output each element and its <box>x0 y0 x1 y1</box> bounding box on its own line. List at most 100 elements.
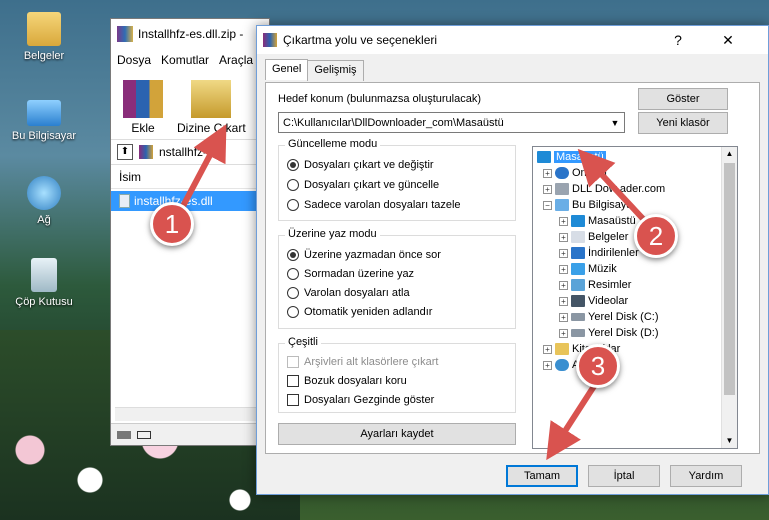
new-folder-button[interactable]: Yeni klasör <box>638 112 728 134</box>
tree-item-label: Videolar <box>588 295 629 307</box>
desktop-icon-this-pc[interactable]: Bu Bilgisayar <box>4 94 84 142</box>
radio-button[interactable] <box>287 268 299 280</box>
folder-tree[interactable]: Masaüstü + OneDri + DLL Dow ader.com − B… <box>532 146 738 449</box>
tree-item-documents[interactable]: + Belgeler <box>559 229 628 245</box>
chevron-down-icon[interactable]: ▼ <box>606 113 624 132</box>
folder-icon <box>27 12 61 46</box>
up-folder-icon[interactable]: ⬆ <box>117 144 133 160</box>
menu-commands[interactable]: Komutlar <box>161 53 209 67</box>
scroll-down-icon[interactable]: ▼ <box>722 434 737 448</box>
tab-advanced[interactable]: Gelişmiş <box>307 60 364 81</box>
option-label: Dosyaları çıkart ve değiştir <box>304 159 434 171</box>
tree-item-dll-downloader[interactable]: + DLL Dow ader.com <box>543 181 665 197</box>
overwrite-option-without-prompt[interactable]: Sormadan üzerine yaz <box>287 268 414 280</box>
collapse-icon[interactable]: − <box>543 200 552 210</box>
scrollbar-thumb[interactable] <box>724 163 735 395</box>
desktop-icon <box>537 151 551 163</box>
misc-option-show-in-explorer[interactable]: Dosyaları Gezginde göster <box>287 394 434 406</box>
desktop-icon-network[interactable]: Ağ <box>4 176 84 226</box>
tree-item-downloads[interactable]: + İndirilenler <box>559 245 639 261</box>
scroll-up-icon[interactable]: ▲ <box>722 147 737 161</box>
help-title-button[interactable]: ? <box>658 26 698 54</box>
expand-icon[interactable]: + <box>559 248 568 258</box>
winrar-toolbar: Ekle Dizine Çıkart <box>111 71 269 139</box>
tab-general[interactable]: Genel <box>265 59 309 80</box>
column-header-name[interactable]: İsim <box>111 165 269 189</box>
expand-icon[interactable]: + <box>559 312 568 322</box>
expand-icon[interactable]: + <box>559 296 568 306</box>
menu-tools[interactable]: Araçla <box>219 53 253 67</box>
documents-icon <box>571 231 585 243</box>
option-label: Arşivleri alt klasörlere çıkart <box>304 356 439 368</box>
user-folder-icon <box>555 183 569 195</box>
desktop-icon <box>571 215 585 227</box>
column-name-label: İsim <box>119 169 141 184</box>
file-row[interactable]: installhfz-es.dll <box>111 191 269 211</box>
desktop-icon-recycle-bin[interactable]: Çöp Kutusu <box>4 258 84 308</box>
annotation-badge-2: 2 <box>634 214 678 258</box>
expand-icon[interactable]: + <box>543 344 552 354</box>
tree-item-desktop[interactable]: Masaüstü <box>537 149 606 165</box>
help-button[interactable]: Yardım <box>670 465 742 487</box>
update-option-extract-replace[interactable]: Dosyaları çıkart ve değiştir <box>287 159 434 171</box>
overwrite-option-skip[interactable]: Varolan dosyaları atla <box>287 287 410 299</box>
tree-item-music[interactable]: + Müzik <box>559 261 617 277</box>
radio-button[interactable] <box>287 179 299 191</box>
tree-item-label: OneDri <box>572 167 607 179</box>
expand-icon[interactable]: + <box>543 168 552 178</box>
extract-to-button[interactable]: Dizine Çıkart <box>177 80 246 135</box>
drive-icon <box>117 430 131 439</box>
tree-item-local-disk-c[interactable]: + Yerel Disk (C:) <box>559 309 659 325</box>
expand-icon[interactable]: + <box>559 264 568 274</box>
misc-option-keep-broken[interactable]: Bozuk dosyaları koru <box>287 375 407 387</box>
computer-icon <box>555 199 569 211</box>
expand-icon[interactable]: + <box>559 216 568 226</box>
archive-path[interactable]: nstallhfz-e <box>159 145 214 159</box>
expand-icon[interactable]: + <box>543 184 552 194</box>
radio-button[interactable] <box>287 159 299 171</box>
tree-item-this-pc[interactable]: − Bu Bilgisaya <box>543 197 633 213</box>
checkbox[interactable] <box>287 375 299 387</box>
tree-item-onedrive[interactable]: + OneDri <box>543 165 607 181</box>
computer-icon <box>27 100 61 126</box>
radio-button[interactable] <box>287 249 299 261</box>
tree-item-label: İndirilenler <box>588 247 639 259</box>
menu-file[interactable]: Dosya <box>117 53 151 67</box>
tree-item-videos[interactable]: + Videolar <box>559 293 628 309</box>
save-settings-button[interactable]: Ayarları kaydet <box>278 423 516 445</box>
overwrite-option-ask[interactable]: Üzerine yazmadan önce sor <box>287 249 441 261</box>
cancel-button[interactable]: İptal <box>588 465 660 487</box>
tree-item-local-disk-d[interactable]: + Yerel Disk (D:) <box>559 325 659 341</box>
expand-icon[interactable]: + <box>543 360 552 370</box>
desktop-icon-label: Belgeler <box>23 50 65 62</box>
winrar-title: Installhfz-es.dll.zip - <box>138 27 244 41</box>
close-button[interactable]: ✕ <box>708 26 748 54</box>
show-button[interactable]: Göster <box>638 88 728 110</box>
expand-icon[interactable]: + <box>559 280 568 290</box>
radio-button[interactable] <box>287 287 299 299</box>
update-option-extract-update[interactable]: Dosyaları çıkart ve güncelle <box>287 179 439 191</box>
option-label: Bozuk dosyaları koru <box>304 375 407 387</box>
horizontal-scrollbar[interactable] <box>115 407 269 421</box>
destination-combobox[interactable]: C:\Kullanıcılar\DllDownloader_com\Masaüs… <box>278 112 625 133</box>
tree-item-pc-desktop[interactable]: + Masaüstü <box>559 213 636 229</box>
radio-button[interactable] <box>287 199 299 211</box>
expand-icon[interactable]: + <box>559 232 568 242</box>
checkbox <box>287 356 299 368</box>
option-label: Sormadan üzerine yaz <box>304 268 415 280</box>
misc-group: Çeşitli Arşivleri alt klasörlere çıkart … <box>278 336 516 413</box>
overwrite-option-rename[interactable]: Otomatik yeniden adlandır <box>287 306 432 318</box>
winrar-statusbar <box>111 423 269 445</box>
checkbox[interactable] <box>287 394 299 406</box>
desktop-icon-documents[interactable]: Belgeler <box>4 12 84 62</box>
add-button[interactable]: Ekle <box>123 80 163 135</box>
radio-button[interactable] <box>287 306 299 318</box>
tree-item-pictures[interactable]: + Resimler <box>559 277 631 293</box>
tree-scrollbar[interactable]: ▲ ▼ <box>721 147 737 448</box>
winrar-pathbar: ⬆ nstallhfz-e <box>111 139 269 165</box>
expand-icon[interactable]: + <box>559 328 568 338</box>
general-panel: Hedef konum (bulunmazsa oluşturulacak) C… <box>265 82 760 454</box>
ok-button[interactable]: Tamam <box>506 465 578 487</box>
option-label: Dosyaları çıkart ve güncelle <box>304 179 440 191</box>
update-option-freshen[interactable]: Sadece varolan dosyaları tazele <box>287 199 461 211</box>
